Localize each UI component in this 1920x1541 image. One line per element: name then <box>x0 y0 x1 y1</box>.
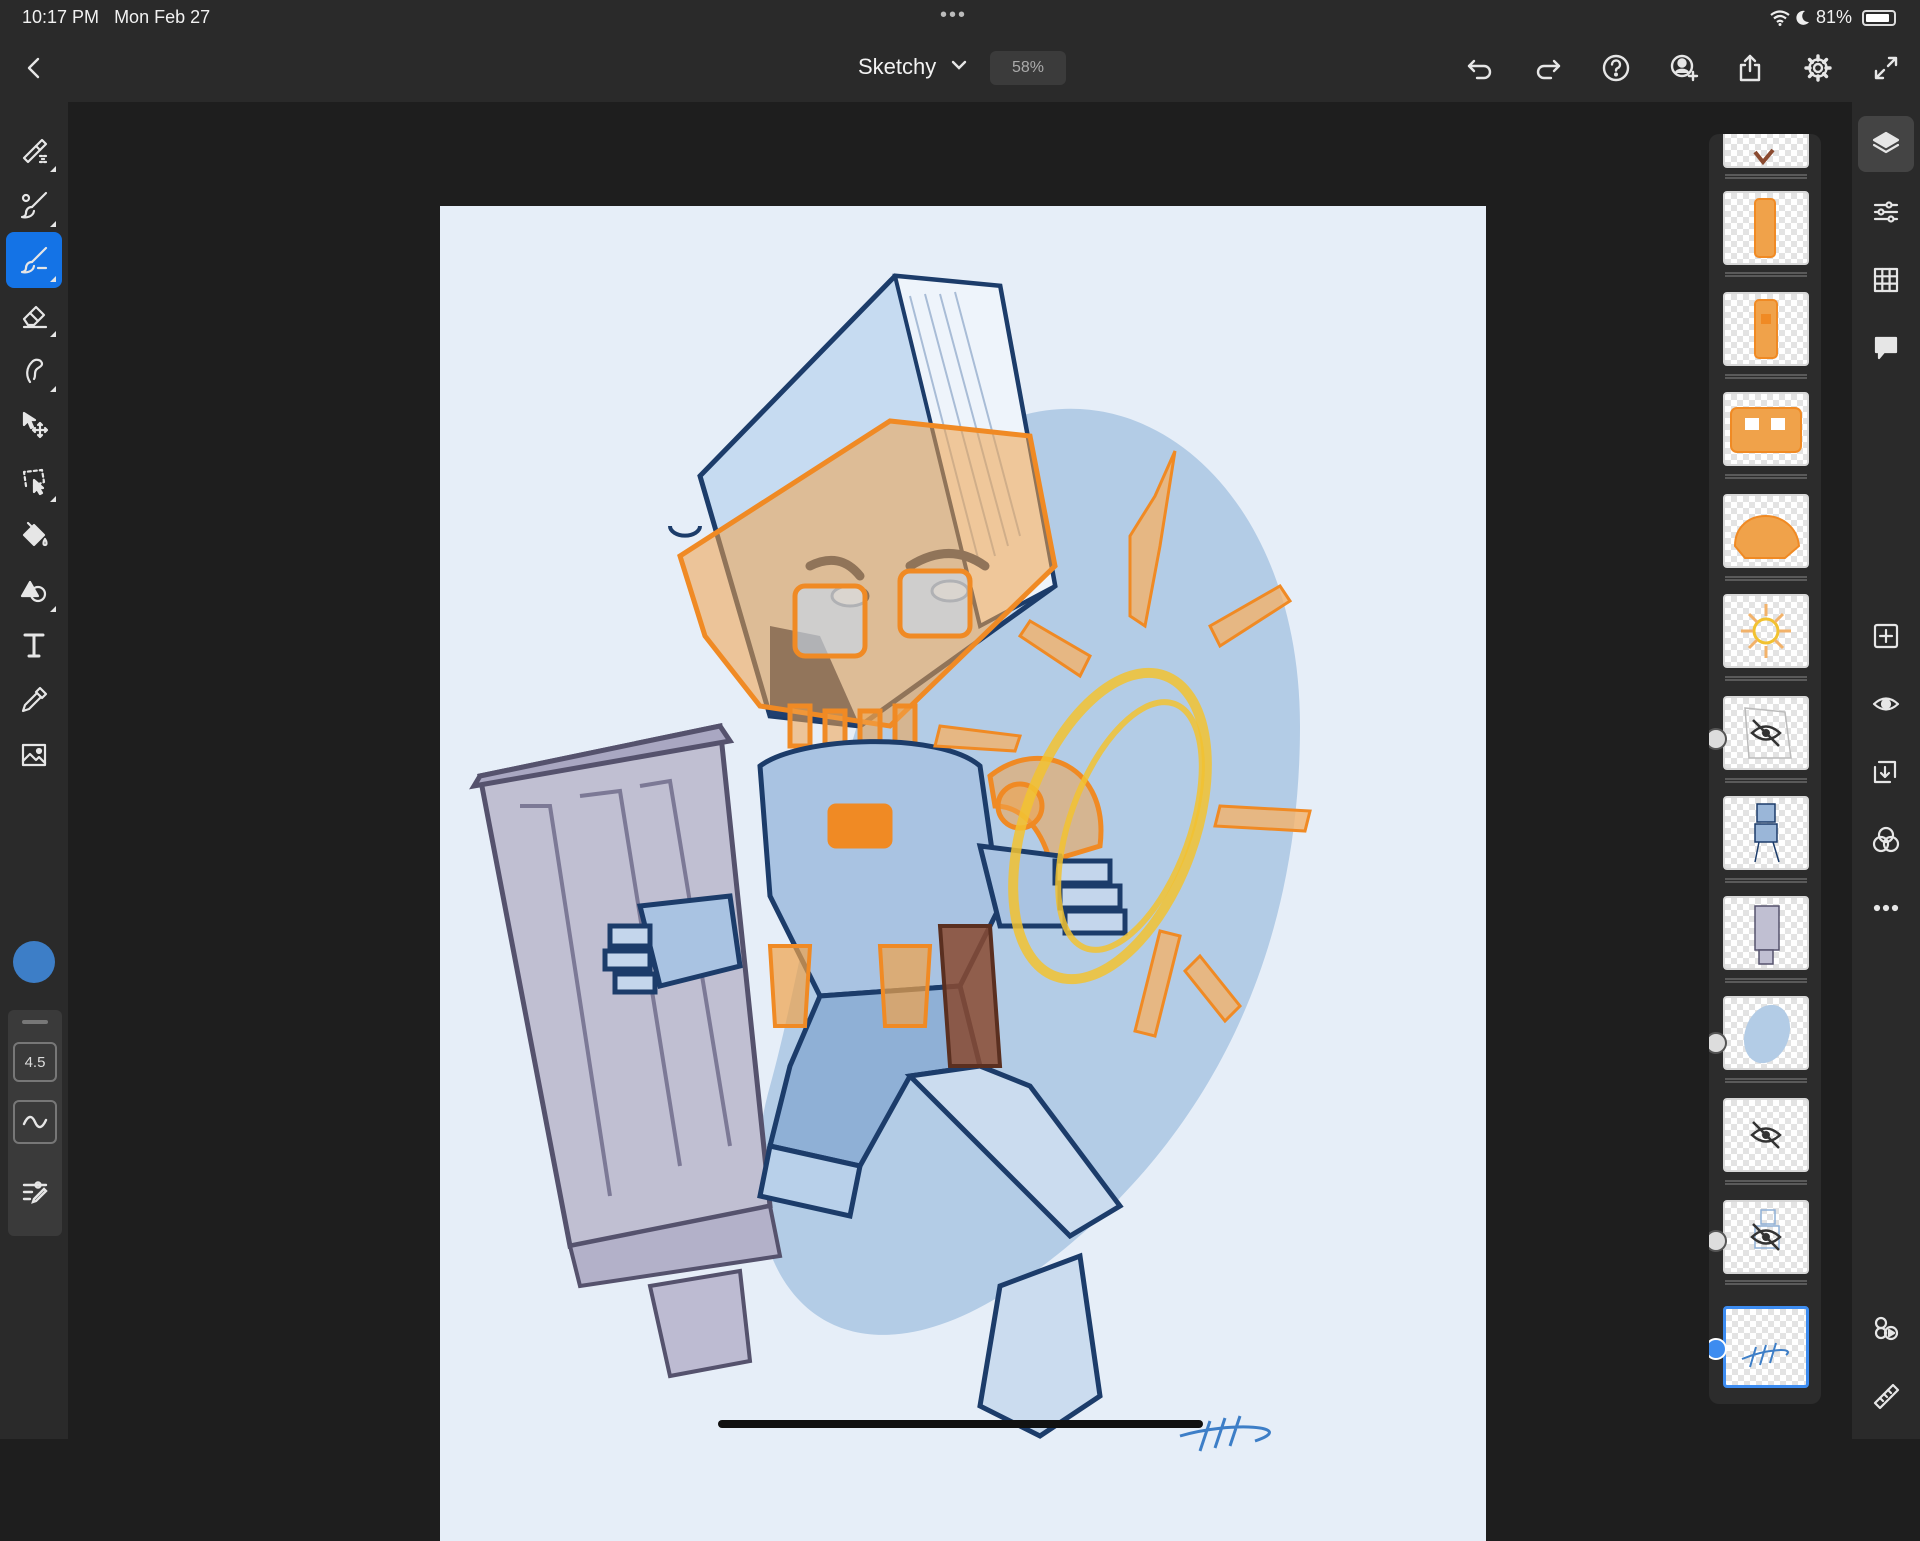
live-brush-icon[interactable] <box>6 177 62 233</box>
smudge-icon[interactable] <box>6 342 62 398</box>
layer-thumbnail[interactable] <box>1723 796 1809 870</box>
layer-thumbnail-hidden[interactable] <box>1723 1098 1809 1172</box>
layer-thumbnail-hidden[interactable] <box>1723 696 1809 770</box>
wifi-icon <box>1770 9 1790 26</box>
more-icon[interactable] <box>1858 880 1914 936</box>
brush-size-field[interactable]: 4.5 <box>13 1042 57 1082</box>
eraser-icon[interactable] <box>6 287 62 343</box>
robot-artwork <box>469 273 1312 1452</box>
layer-separator <box>1725 576 1807 581</box>
layer-thumbnail[interactable] <box>1723 896 1809 970</box>
timelapse-icon[interactable] <box>1858 1300 1914 1356</box>
status-bar: 10:17 PM Mon Feb 27 ••• 81% <box>0 0 1920 34</box>
undo-icon[interactable] <box>1460 48 1500 88</box>
layer-thumbnail[interactable] <box>1723 292 1809 366</box>
layer-separator <box>1725 1078 1807 1083</box>
layer-thumbnail[interactable] <box>1723 594 1809 668</box>
canvas-area[interactable] <box>68 102 1852 1541</box>
battery-percent: 81% <box>1815 7 1852 27</box>
layer-thumbnail-selected[interactable] <box>1723 1306 1809 1388</box>
moon-icon <box>1796 10 1809 25</box>
layer-properties-icon[interactable] <box>1858 184 1914 240</box>
color-swatch[interactable] <box>13 941 55 983</box>
comments-icon[interactable] <box>1858 320 1914 376</box>
smoothing-icon[interactable] <box>13 1100 57 1144</box>
layer-thumbnail[interactable] <box>1723 134 1809 168</box>
fullscreen-icon[interactable] <box>1866 48 1906 88</box>
add-layer-icon[interactable] <box>1858 608 1914 664</box>
redo-icon[interactable] <box>1528 48 1568 88</box>
status-date: Mon Feb 27 <box>114 7 211 27</box>
back-chevron-icon[interactable] <box>14 48 54 88</box>
layer-separator <box>1725 1280 1807 1285</box>
visibility-icon[interactable] <box>1858 676 1914 732</box>
layer-separator <box>1725 676 1807 681</box>
status-right: 81% <box>1770 7 1896 28</box>
layer-separator <box>1725 978 1807 983</box>
shapes-icon[interactable] <box>6 562 62 618</box>
layer-separator <box>1725 474 1807 479</box>
ruler-icon[interactable] <box>1858 1368 1914 1424</box>
status-time: 10:17 PM Mon Feb 27 <box>22 7 211 27</box>
layer-thumbnail[interactable] <box>1723 191 1809 265</box>
document-title[interactable]: Sketchy <box>858 54 936 80</box>
eyedropper-icon[interactable] <box>6 672 62 728</box>
share-icon[interactable] <box>1730 48 1770 88</box>
layer-thumbnail[interactable] <box>1723 996 1809 1070</box>
gear-icon[interactable] <box>1798 48 1838 88</box>
layers-icon[interactable] <box>1858 116 1914 172</box>
layer-separator <box>1725 1180 1807 1185</box>
vector-brush-icon[interactable] <box>6 232 62 288</box>
transform-icon[interactable] <box>6 397 62 453</box>
brush-settings-icon[interactable] <box>13 1170 57 1214</box>
multitasking-dots-icon[interactable]: ••• <box>940 4 967 27</box>
artwork-canvas[interactable] <box>440 206 1486 1541</box>
battery-icon <box>1862 9 1896 26</box>
chevron-down-icon[interactable] <box>948 54 970 76</box>
layer-separator <box>1725 778 1807 783</box>
pixel-brush-icon[interactable] <box>6 122 62 178</box>
text-icon[interactable] <box>6 617 62 673</box>
layer-thumbnail[interactable] <box>1723 494 1809 568</box>
merge-down-icon[interactable] <box>1858 744 1914 800</box>
help-icon[interactable] <box>1596 48 1636 88</box>
selection-lasso-icon[interactable] <box>6 452 62 508</box>
layers-panel[interactable] <box>1709 134 1821 1404</box>
tools-panel <box>0 102 68 1439</box>
fill-icon[interactable] <box>6 507 62 563</box>
home-indicator[interactable] <box>718 1420 1203 1428</box>
layer-thumbnail[interactable] <box>1723 392 1809 466</box>
brush-properties: 4.5 <box>8 1010 62 1236</box>
grid-icon[interactable] <box>1858 252 1914 308</box>
layer-separator <box>1725 878 1807 883</box>
layer-thumbnail-hidden[interactable] <box>1723 1200 1809 1274</box>
drag-handle[interactable] <box>22 1020 48 1024</box>
blend-mode-icon[interactable] <box>1858 812 1914 868</box>
invite-icon[interactable] <box>1664 48 1704 88</box>
layer-separator <box>1725 272 1807 277</box>
jetpack <box>469 722 783 1379</box>
zoom-level[interactable]: 58% <box>990 51 1066 85</box>
top-toolbar: Sketchy 58% <box>0 34 1920 102</box>
layer-separator <box>1725 174 1807 179</box>
image-icon[interactable] <box>6 727 62 783</box>
right-panel <box>1852 102 1920 1439</box>
layer-separator <box>1725 374 1807 379</box>
